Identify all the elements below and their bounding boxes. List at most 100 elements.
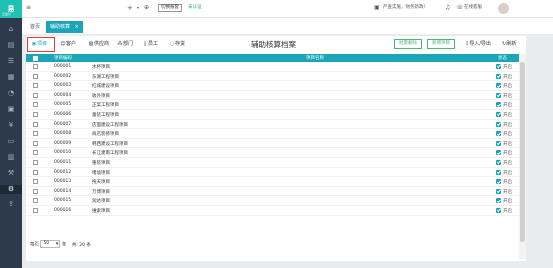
switch-account-button[interactable]: 切换账套 [158, 4, 182, 12]
ledger-icon[interactable]: ☰ [6, 57, 16, 66]
invoice-icon[interactable]: ▭ [6, 137, 16, 146]
table-row[interactable]: 000005 正案工程项目 开启 [26, 100, 519, 110]
table-row[interactable]: 000014 万博项目 开启 [26, 187, 519, 197]
status-check-icon[interactable] [496, 121, 501, 127]
refresh-button[interactable]: ↻刷新 [502, 40, 516, 48]
export-icon[interactable]: ⇪ [6, 200, 16, 209]
status-check-icon[interactable] [496, 64, 501, 69]
table-row[interactable]: 000008 商店装修项目 开启 [26, 129, 519, 139]
tab-home[interactable]: 首页 [26, 21, 44, 33]
chart-icon[interactable]: ◔ [6, 89, 16, 98]
status-check-icon[interactable] [496, 73, 501, 79]
row-checkbox[interactable] [33, 131, 38, 137]
table-row[interactable]: 000001 水杯项目 开启 [26, 62, 519, 72]
bell-icon[interactable]: ♫ [445, 4, 450, 12]
row-checkbox[interactable] [33, 102, 38, 108]
row-status: 开启 [503, 208, 512, 214]
page-title: 辅助核算档案 [251, 40, 296, 49]
column-header-name[interactable]: 项目名称 [306, 55, 324, 61]
online-service-link[interactable]: 在线客服 [464, 4, 482, 12]
status-check-icon[interactable] [496, 131, 501, 137]
status-check-icon[interactable] [496, 83, 501, 89]
row-checkbox[interactable] [33, 198, 38, 204]
row-checkbox[interactable] [33, 188, 38, 194]
row-name: 店面建设工程项目 [92, 122, 128, 128]
settings-icon[interactable]: ⚙ [0, 185, 22, 194]
tool-label: 部门 [123, 41, 134, 47]
report-icon[interactable]: ▦ [6, 73, 16, 82]
table-row[interactable]: 000009 韩西建设工程项目 开启 [26, 139, 519, 149]
close-icon[interactable]: × [75, 24, 79, 30]
new-project-button[interactable]: 新增项目 [427, 39, 455, 49]
status-check-icon[interactable] [496, 111, 501, 117]
scrollbar-thumb[interactable] [520, 62, 525, 242]
notice-icon[interactable]: ▣ [374, 4, 380, 12]
table-row[interactable]: 000007 店面建设工程项目 开启 [26, 120, 519, 130]
row-checkbox[interactable] [33, 169, 38, 175]
tool-inventory[interactable]: ◌存货 [169, 40, 185, 48]
row-checkbox[interactable] [33, 111, 38, 117]
status-check-icon[interactable] [496, 102, 501, 108]
cert-status[interactable]: 未认证 [188, 4, 202, 12]
cash-icon[interactable]: ¥ [6, 121, 16, 130]
select-all-checkbox[interactable] [33, 55, 38, 61]
row-checkbox[interactable] [33, 150, 38, 156]
bulletin-text[interactable]: 严查实施，财务新政! [383, 4, 425, 12]
voucher-icon[interactable]: ▤ [6, 41, 16, 50]
batch-delete-button[interactable]: 批量删除 [394, 39, 422, 49]
status-check-icon[interactable] [496, 140, 501, 146]
asset-icon[interactable]: ▣ [6, 105, 16, 114]
table-row[interactable]: 000006 童装工程项目 开启 [26, 110, 519, 120]
status-check-icon[interactable] [496, 159, 501, 165]
row-checkbox[interactable] [33, 140, 38, 146]
chevron-down-icon[interactable]: ▾ [137, 4, 139, 12]
service-icon[interactable]: ☏ [456, 4, 464, 12]
per-page-select[interactable]: 50 [40, 240, 61, 248]
tool-customer[interactable]: ☺客户 [60, 40, 76, 48]
table-row[interactable]: 000010 长江建南工程项目 开启 [26, 148, 519, 158]
gear-icon[interactable]: ⊕ [144, 4, 149, 12]
row-checkbox[interactable] [33, 73, 38, 79]
avatar[interactable] [498, 3, 509, 14]
status-check-icon[interactable] [496, 150, 501, 156]
row-checkbox[interactable] [33, 64, 38, 69]
status-check-icon[interactable] [496, 188, 501, 194]
table-row[interactable]: 000012 堵墙项目 开启 [26, 168, 519, 178]
table-row[interactable]: 000004 收外项目 开启 [26, 91, 519, 101]
column-header-code[interactable]: 项目编码 [54, 55, 72, 61]
row-checkbox[interactable] [33, 121, 38, 127]
column-header-status[interactable]: 状态 [498, 55, 507, 61]
table-row[interactable]: 000003 红城建设项目 开启 [26, 81, 519, 91]
status-check-icon[interactable] [496, 169, 501, 175]
row-code: 000010 [54, 150, 72, 156]
tool-employee[interactable]: ▯ 员工 [142, 40, 158, 48]
tool-icon[interactable]: ⚒ [6, 169, 16, 178]
status-check-icon[interactable] [496, 179, 501, 185]
status-check-icon[interactable] [496, 92, 501, 98]
table-row[interactable]: 000016 维索项目 开启 [26, 206, 519, 216]
status-check-icon[interactable] [496, 207, 501, 213]
table-row[interactable]: 000015 润达项目 开启 [26, 196, 519, 206]
import-export-button[interactable]: ⇩导入/导出 [465, 40, 491, 48]
add-icon[interactable]: + [127, 4, 133, 12]
tool-supplier[interactable]: ▧供应商 [88, 40, 109, 48]
table-row[interactable]: 000011 重装项目 开启 [26, 158, 519, 168]
status-check-icon[interactable] [496, 198, 501, 204]
tab-auxiliary-accounting[interactable]: 辅助核算 × [46, 21, 83, 33]
table-row[interactable]: 000002 东湖工程项目 开启 [26, 72, 519, 82]
logo-subtitle: 云会计 [2, 12, 12, 16]
home-icon[interactable]: ⌂ [6, 25, 16, 34]
tool-department[interactable]: ⁂部门 [117, 40, 134, 48]
scrollbar[interactable] [519, 54, 526, 259]
row-checkbox[interactable] [33, 92, 38, 98]
row-checkbox[interactable] [33, 159, 38, 165]
row-checkbox[interactable] [33, 83, 38, 89]
row-checkbox[interactable] [33, 207, 38, 213]
archive-icon[interactable]: ▥ [6, 153, 16, 162]
tool-project[interactable]: ◉项目 [31, 40, 47, 48]
row-checkbox[interactable] [33, 179, 38, 185]
sidebar: 易 云会计 ⌂ ▤ ☰ ▦ ◔ ▣ ¥ ▭ ▥ ⚒ ⚙ ⇪ [0, 0, 22, 268]
pagination: 每页 50 条 共: 20 条 [30, 240, 91, 250]
table-row[interactable]: 000013 拖天项目 开启 [26, 177, 519, 187]
menu-toggle-icon[interactable]: ≡ [26, 4, 31, 12]
